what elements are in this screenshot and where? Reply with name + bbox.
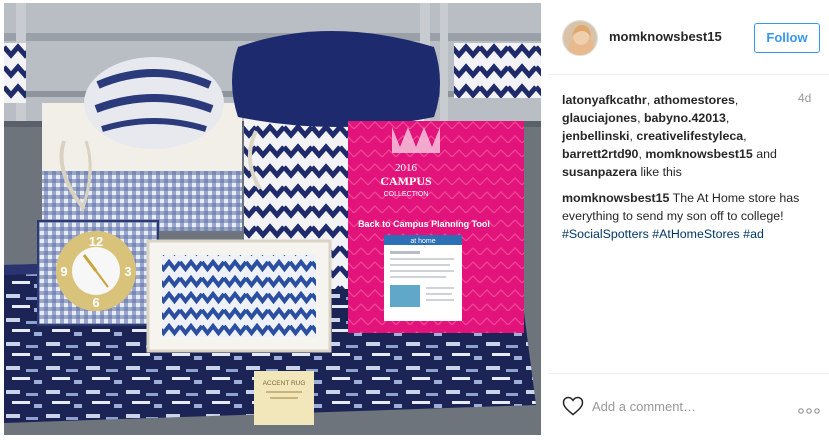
clock-number-9: 9 (60, 264, 67, 279)
hashtag-link[interactable]: #AtHomeStores (652, 227, 739, 241)
hashtag-link[interactable]: #SocialSpotters (562, 227, 649, 241)
post-details-panel: momknowsbest15 Follow latonyafkcathr, at… (548, 3, 829, 435)
clock-number-3: 3 (124, 264, 131, 279)
post-caption: momknowsbest15 The At Home store has eve… (562, 189, 824, 243)
liker-name[interactable]: babyno.42013 (644, 111, 726, 125)
caption-username[interactable]: momknowsbest15 (562, 191, 669, 205)
liker-name[interactable]: athomestores (654, 93, 735, 107)
comment-bar (548, 373, 829, 435)
likes-list: latonyafkcathr, athomestores, glauciajon… (562, 93, 777, 179)
sign-collection: COLLECTION (384, 191, 429, 198)
liker-name[interactable]: jenbellinski (562, 129, 629, 143)
more-options-icon[interactable] (797, 402, 821, 414)
avatar[interactable] (562, 20, 598, 56)
rug-tag-label: ACCENT RUG (263, 380, 306, 387)
liker-name[interactable]: barrett2rtd90 (562, 147, 638, 161)
follow-button[interactable]: Follow (754, 23, 820, 53)
sign-brand: at home (410, 238, 435, 245)
heart-icon[interactable] (562, 396, 584, 416)
likes-and-text: and (756, 147, 777, 161)
hashtag-link[interactable]: #ad (743, 227, 764, 241)
liker-name[interactable]: latonyafkcathr (562, 93, 647, 107)
likes-suffix: like this (640, 165, 682, 179)
liker-name[interactable]: creativelifestyleca (636, 129, 743, 143)
liker-name[interactable]: glauciajones (562, 111, 637, 125)
sign-banner: Back to Campus Planning Tool (358, 219, 490, 229)
liker-name[interactable]: momknowsbest15 (645, 147, 752, 161)
post-header: momknowsbest15 Follow (548, 3, 829, 75)
post-photo[interactable]: 12 3 6 9 2016 CAMPUS COLLECTION Back to … (4, 3, 541, 435)
comment-input[interactable] (592, 394, 782, 418)
liker-name[interactable]: susanpazera (562, 165, 637, 179)
instagram-post: 12 3 6 9 2016 CAMPUS COLLECTION Back to … (0, 0, 829, 440)
post-username[interactable]: momknowsbest15 (609, 29, 722, 44)
sign-year: 2016 (395, 162, 418, 174)
sign-campus: CAMPUS (380, 174, 432, 188)
post-timestamp[interactable]: 4d (798, 91, 811, 105)
clock-number-12: 12 (89, 234, 103, 249)
clock-number-6: 6 (92, 295, 99, 310)
